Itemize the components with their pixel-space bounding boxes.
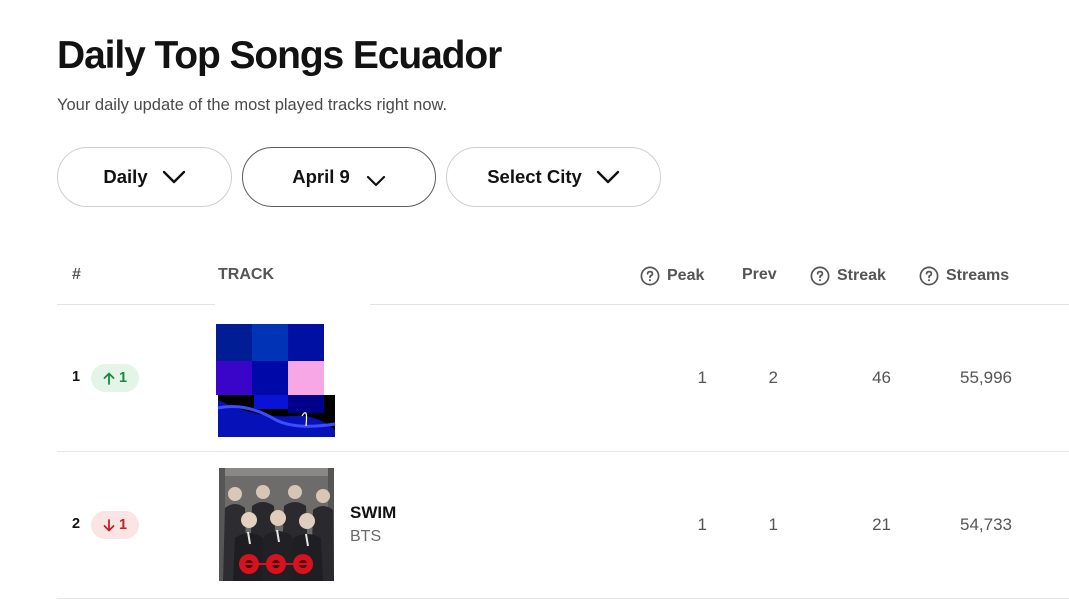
help-circle-icon[interactable] xyxy=(919,266,939,286)
row-divider xyxy=(57,598,1069,599)
table-header-divider xyxy=(370,304,1069,305)
streak-value: 21 xyxy=(872,515,891,534)
rank-change-badge: 1 xyxy=(91,364,139,392)
prev-value: 1 xyxy=(768,515,778,534)
column-peak[interactable]: Peak xyxy=(640,266,704,286)
column-streams[interactable]: Streams xyxy=(919,266,1009,286)
prev-value: 2 xyxy=(768,368,778,387)
album-cover[interactable] xyxy=(216,324,336,437)
help-circle-icon[interactable] xyxy=(810,266,830,286)
date-dropdown[interactable]: April 9 xyxy=(242,147,436,207)
column-streak[interactable]: Streak xyxy=(810,266,886,286)
page-subtitle: Your daily update of the most played tra… xyxy=(57,96,448,114)
streams-value: 55,996 xyxy=(960,368,1012,387)
rank-change-value: 1 xyxy=(118,370,128,386)
date-dropdown-label: April 9 xyxy=(292,166,350,187)
column-streams-label: Streams xyxy=(946,267,1010,284)
arrow-down-icon xyxy=(103,518,115,531)
track-title[interactable]: SWIM xyxy=(350,503,396,523)
column-track: TRACK xyxy=(218,266,274,283)
streams-value: 54,733 xyxy=(960,515,1012,534)
city-dropdown[interactable]: Select City xyxy=(446,147,661,207)
rank-change-badge: 1 xyxy=(91,511,139,539)
period-dropdown-label: Daily xyxy=(103,166,148,187)
chevron-down-icon xyxy=(596,170,620,184)
city-dropdown-label: Select City xyxy=(487,166,582,187)
rank-number: 1 xyxy=(72,369,81,385)
column-streak-label: Streak xyxy=(837,267,886,284)
row-divider xyxy=(57,451,1069,452)
streak-value: 46 xyxy=(872,368,891,387)
table-header-divider xyxy=(57,304,215,305)
chevron-down-icon xyxy=(366,175,386,187)
arrow-up-icon xyxy=(103,372,115,385)
column-rank: # xyxy=(72,266,81,283)
column-peak-label: Peak xyxy=(667,267,705,284)
rank-number: 2 xyxy=(72,516,81,532)
track-artist[interactable]: BTS xyxy=(350,528,381,546)
chevron-down-icon xyxy=(162,170,186,184)
rank-change-value: 1 xyxy=(118,517,128,533)
help-circle-icon[interactable] xyxy=(640,266,660,286)
period-dropdown[interactable]: Daily xyxy=(57,147,232,207)
page-title: Daily Top Songs Ecuador xyxy=(57,34,502,77)
column-prev: Prev xyxy=(742,266,777,283)
album-cover[interactable] xyxy=(219,468,334,581)
